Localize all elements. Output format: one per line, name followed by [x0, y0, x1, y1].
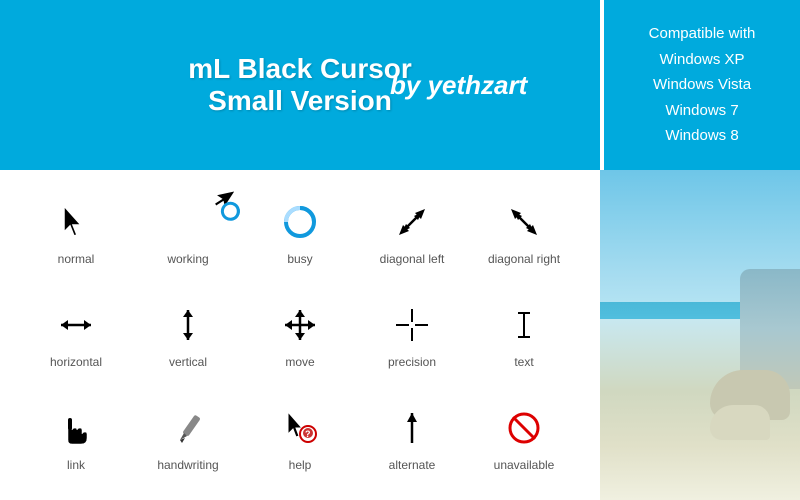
- cursors-grid: normal working busy: [0, 170, 600, 500]
- title-line2: Small Version: [208, 85, 392, 117]
- cursor-help: ? help: [244, 387, 356, 490]
- svg-text:?: ?: [305, 429, 311, 439]
- compatible-os-3: Windows 8: [665, 123, 738, 149]
- cursor-text: text: [468, 283, 580, 386]
- photo-section: [600, 170, 800, 500]
- cursor-vertical: vertical: [132, 283, 244, 386]
- compatible-label: Compatible with: [649, 21, 756, 47]
- cursor-move: move: [244, 283, 356, 386]
- precision-label: precision: [388, 355, 436, 369]
- photo-rock2: [710, 405, 770, 440]
- cursor-busy: busy: [244, 180, 356, 283]
- normal-cursor-icon: [52, 198, 100, 246]
- help-cursor-icon: ?: [276, 404, 324, 452]
- vertical-label: vertical: [169, 355, 207, 369]
- alternate-label: alternate: [389, 458, 436, 472]
- vertical-cursor-icon: [164, 301, 212, 349]
- move-cursor-icon: [276, 301, 324, 349]
- working-cursor-icon: [164, 198, 212, 246]
- diagonal-right-label: diagonal right: [488, 252, 560, 266]
- cursor-precision: precision: [356, 283, 468, 386]
- busy-label: busy: [287, 252, 312, 266]
- cursor-diagonal-right: diagonal right: [468, 180, 580, 283]
- cursor-working: working: [132, 180, 244, 283]
- cursor-alternate: alternate: [356, 387, 468, 490]
- busy-cursor-icon: [276, 198, 324, 246]
- working-label: working: [167, 252, 208, 266]
- precision-cursor-icon: [388, 301, 436, 349]
- link-label: link: [67, 458, 85, 472]
- normal-label: normal: [58, 252, 95, 266]
- link-cursor-icon: [52, 404, 100, 452]
- move-label: move: [285, 355, 314, 369]
- diagonal-right-cursor-icon: [500, 198, 548, 246]
- compatible-os-1: Windows Vista: [653, 72, 751, 98]
- compatible-os-2: Windows 7: [665, 98, 738, 124]
- author-credit: by yethzart: [390, 70, 527, 101]
- cursor-horizontal: horizontal: [20, 283, 132, 386]
- help-label: help: [289, 458, 312, 472]
- text-cursor-icon: [500, 301, 548, 349]
- title-section: mL Black Cursor Small Version by yethzar…: [0, 0, 600, 170]
- cursor-unavailable: unavailable: [468, 387, 580, 490]
- title-line1: mL Black Cursor: [188, 53, 412, 85]
- diagonal-left-cursor-icon: [388, 198, 436, 246]
- unavailable-label: unavailable: [494, 458, 555, 472]
- cursor-normal: normal: [20, 180, 132, 283]
- cursor-handwriting: handwriting: [132, 387, 244, 490]
- text-label: text: [514, 355, 533, 369]
- handwriting-cursor-icon: [164, 404, 212, 452]
- compatible-os-0: Windows XP: [659, 47, 744, 73]
- cursor-link: link: [20, 387, 132, 490]
- alternate-cursor-icon: [388, 404, 436, 452]
- unavailable-cursor-icon: [500, 404, 548, 452]
- compatible-section: Compatible with Windows XP Windows Vista…: [600, 0, 800, 170]
- horizontal-label: horizontal: [50, 355, 102, 369]
- diagonal-left-label: diagonal left: [380, 252, 445, 266]
- cursor-diagonal-left: diagonal left: [356, 180, 468, 283]
- horizontal-cursor-icon: [52, 301, 100, 349]
- handwriting-label: handwriting: [157, 458, 218, 472]
